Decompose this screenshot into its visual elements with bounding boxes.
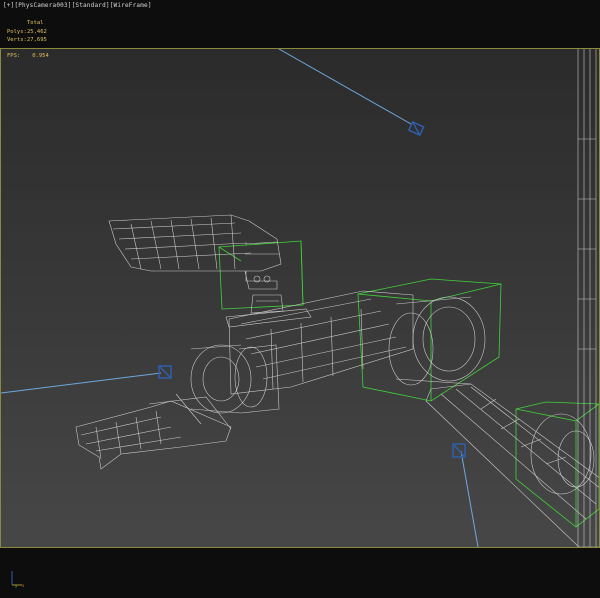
svg-text:x: x — [22, 583, 25, 588]
vertical-rail-wireframe — [577, 49, 597, 547]
viewport-label: [+][PhysCamera003][Standard][WireFrame] — [3, 2, 152, 9]
gripper-wireframe — [75, 393, 232, 470]
fps-value: 0.954 — [32, 53, 49, 59]
bounding-box — [515, 401, 599, 528]
viewport[interactable]: FPS: 0.954 — [0, 48, 600, 548]
elbow-joint-wireframe — [190, 344, 280, 414]
viewport-camera-menu[interactable]: [PhysCamera003] — [14, 2, 71, 9]
robot-arm-wireframe — [75, 49, 599, 547]
main-arm-wireframe — [225, 290, 486, 395]
viewport-display-mode-menu[interactable]: [WireFrame] — [110, 2, 152, 9]
camera-line — [1, 372, 162, 394]
camera-line — [460, 450, 479, 547]
bounding-box — [357, 278, 502, 402]
axis-gizmo-icon: x y — [11, 571, 25, 588]
camera-icon[interactable] — [452, 443, 466, 458]
lower-arm-wireframe — [425, 383, 599, 547]
polys-label: Polys: — [7, 28, 27, 35]
camera-icon[interactable] — [158, 365, 172, 379]
verts-label: Verts: — [7, 37, 27, 43]
selection-bounding-boxes — [218, 240, 599, 528]
camera-icon[interactable] — [407, 120, 425, 137]
viewport-shading-menu[interactable]: [Standard] — [72, 2, 110, 9]
wireframe-scene[interactable] — [1, 49, 599, 547]
polys-value: 25,462 — [27, 28, 47, 35]
verts-value: 27,695 — [27, 37, 47, 43]
viewport-menu-plus[interactable]: [+] — [3, 2, 14, 9]
top-clamp-wireframe — [108, 214, 284, 314]
stats-header: Total — [27, 20, 44, 26]
bounding-box — [218, 240, 304, 310]
statistics-overlay: Total Polys: 25,462 Verts: 27,695 — [7, 19, 47, 45]
fps-label: FPS: — [7, 53, 21, 59]
fps-readout: FPS: 0.954 — [7, 53, 49, 59]
camera-line — [278, 49, 412, 125]
camera-lines — [1, 49, 479, 547]
